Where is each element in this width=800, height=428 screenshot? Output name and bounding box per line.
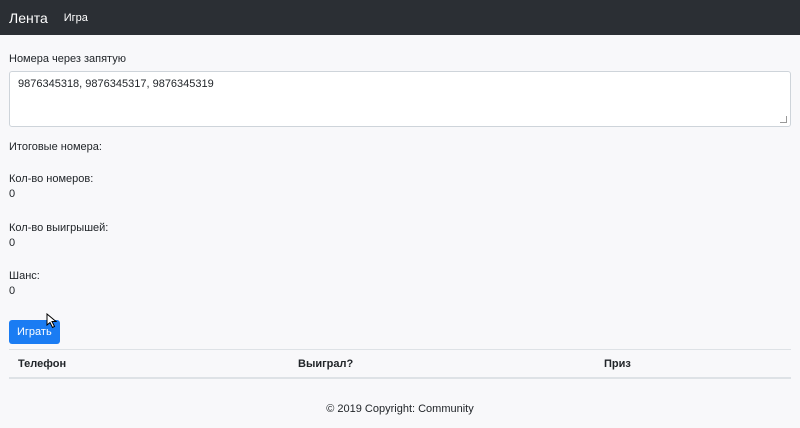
resize-grip-icon[interactable] [780,116,787,123]
column-header-phone: Телефон [9,349,289,379]
count-value: 0 [9,188,16,200]
numbers-textarea-value: 9876345318, 9876345317, 9876345319 [18,78,214,90]
count-label: Кол-во номеров: [9,173,94,185]
chance-label: Шанс: [9,270,40,282]
numbers-textarea[interactable]: 9876345318, 9876345317, 9876345319 [9,71,791,127]
footer-copyright: © 2019 Copyright: Community [326,403,474,415]
results-table: Телефон Выиграл? Приз [9,349,791,379]
numbers-label: Номера через запятую [9,53,126,65]
column-header-won: Выиграл? [289,349,595,379]
brand-link[interactable]: Лента [9,10,48,26]
chance-value: 0 [9,285,16,297]
mouse-cursor-icon [46,313,58,329]
nav-link-game[interactable]: Игра [64,12,88,24]
result-numbers-label: Итоговые номера: [9,141,102,153]
top-navbar: Лента Игра [0,0,800,35]
column-header-prize: Приз [595,349,791,379]
table-header-row: Телефон Выиграл? Приз [9,349,791,379]
wins-value: 0 [9,237,16,249]
main-content: Номера через запятую 9876345318, 9876345… [0,53,800,415]
wins-label: Кол-во выигрышей: [9,222,109,234]
